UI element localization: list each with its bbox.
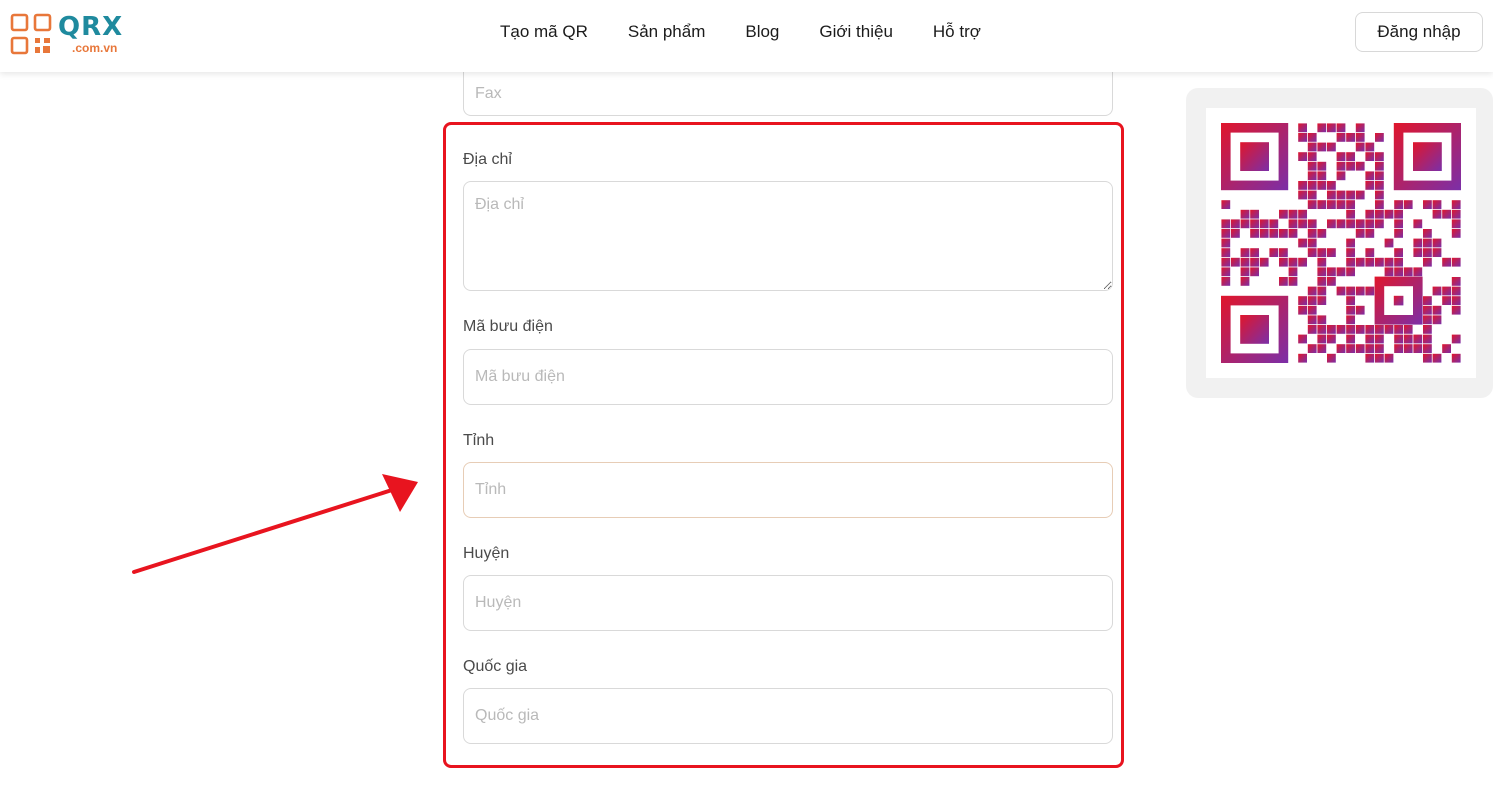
nav-link-blog[interactable]: Blog xyxy=(745,22,779,42)
site-logo[interactable]: QRX .com.vn xyxy=(10,12,123,56)
nav-link-create-qr[interactable]: Tạo mã QR xyxy=(500,22,588,42)
address-label: Địa chỉ xyxy=(463,151,512,168)
login-button[interactable]: Đăng nhập xyxy=(1355,12,1483,52)
postal-code-label: Mã bưu điện xyxy=(463,318,553,335)
logo-text: QRX .com.vn xyxy=(58,14,123,54)
qr-code-icon xyxy=(1221,123,1461,363)
district-label: Huyện xyxy=(463,545,510,562)
qr-logo-icon xyxy=(10,13,52,55)
qr-preview-card xyxy=(1206,108,1476,378)
address-textarea[interactable] xyxy=(463,181,1113,291)
country-input[interactable] xyxy=(463,688,1113,744)
province-label: Tỉnh xyxy=(463,432,495,449)
province-input[interactable] xyxy=(463,462,1113,518)
district-input[interactable] xyxy=(463,575,1113,631)
nav-link-products[interactable]: Sản phẩm xyxy=(628,22,706,42)
red-arrow-icon xyxy=(132,474,418,574)
nav-link-support[interactable]: Hỗ trợ xyxy=(933,22,981,42)
logo-word: QRX xyxy=(58,12,124,42)
main-nav: Tạo mã QR Sản phẩm Blog Giới thiệu Hỗ tr… xyxy=(500,22,1021,42)
nav-link-about[interactable]: Giới thiệu xyxy=(819,22,893,42)
logo-domain: .com.vn xyxy=(72,41,118,55)
postal-code-input[interactable] xyxy=(463,349,1113,405)
navbar: QRX .com.vn Tạo mã QR Sản phẩm Blog Giới… xyxy=(0,0,1493,72)
country-label: Quốc gia xyxy=(463,658,528,675)
qr-preview-panel xyxy=(1186,88,1493,398)
